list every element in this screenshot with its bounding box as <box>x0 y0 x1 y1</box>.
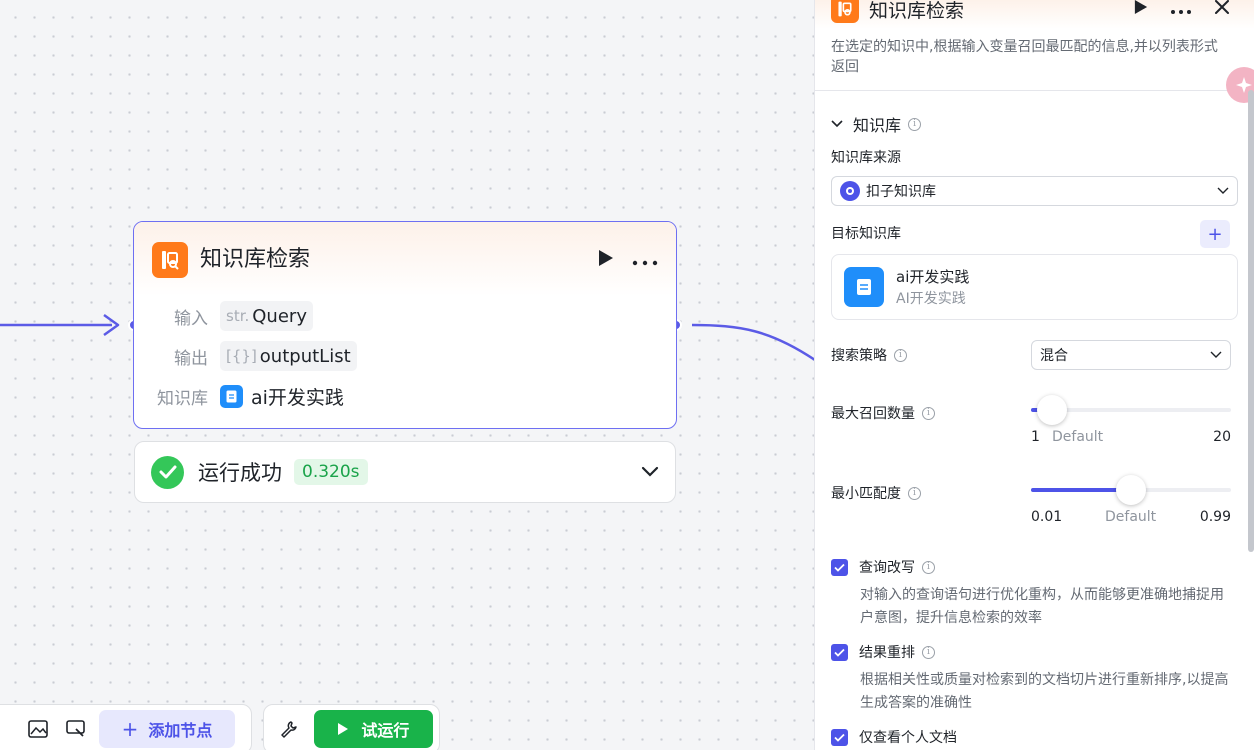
min-match-min: 0.01 <box>1031 509 1063 525</box>
play-icon <box>338 723 349 735</box>
strategy-label: 搜索策略 <box>831 348 887 364</box>
info-icon[interactable]: i <box>922 406 935 420</box>
personal-only-label: 仅查看个人文档 <box>859 730 957 746</box>
strategy-value: 混合 <box>1040 348 1068 364</box>
array-object-type-icon: [{}] <box>226 347 257 365</box>
knowledge-search-icon <box>831 0 859 23</box>
workflow-canvas[interactable]: 知识库检索 输入 str. Query 输出 [{}] outputList 知… <box>0 0 815 750</box>
info-icon[interactable]: i <box>922 645 935 659</box>
node-kb-row: 知识库 ai开发实践 <box>152 376 658 416</box>
outgoing-edge <box>691 323 815 362</box>
node-header: 知识库检索 <box>134 222 676 296</box>
kb-value: ai开发实践 <box>251 386 344 409</box>
query-rewrite-label: 查询改写 <box>859 560 915 576</box>
node-input-row: 输入 str. Query <box>152 296 658 336</box>
kb-source-value: 扣子知识库 <box>866 184 936 200</box>
chevron-down-icon <box>1217 183 1229 199</box>
output-chip: [{}] outputList <box>220 341 357 371</box>
max-recall-label: 最大召回数量 <box>831 406 915 422</box>
min-match-default: Default <box>1105 509 1157 525</box>
play-icon[interactable] <box>598 249 614 271</box>
max-recall-thumb[interactable] <box>1037 395 1068 425</box>
play-icon[interactable] <box>1134 0 1148 19</box>
min-match-label: 最小匹配度 <box>831 486 901 502</box>
info-icon[interactable]: i <box>908 486 921 500</box>
plus-icon: + <box>121 717 139 741</box>
max-recall-min: 1 <box>1031 429 1040 445</box>
kb-card-desc: AI开发实践 <box>896 291 966 307</box>
kb-card[interactable]: ai开发实践 AI开发实践 <box>831 254 1238 320</box>
max-recall-max: 20 <box>1213 429 1231 445</box>
rerank-row[interactable]: 结果重排 i <box>831 641 1238 663</box>
add-node-label: 添加节点 <box>148 721 213 740</box>
close-icon[interactable] <box>1214 0 1230 19</box>
rerank-desc: 根据相关性或质量对检索到的文档切片进行重新排序,以提高生成答案的准确性 <box>860 672 1229 711</box>
more-icon[interactable] <box>632 251 658 270</box>
min-match-block: 最小匹配度 i 0.01 Default 0.99 <box>831 470 1238 550</box>
query-rewrite-checkbox[interactable] <box>831 558 848 576</box>
query-rewrite-row[interactable]: 查询改写 i <box>831 556 1238 578</box>
rerank-checkbox[interactable] <box>831 643 848 661</box>
strategy-select[interactable]: 混合 <box>1031 340 1231 370</box>
query-rewrite-desc: 对输入的查询语句进行优化重构，从而能够更准确地捕捉用户意图，提升信息检索的效率 <box>860 587 1224 626</box>
target-kb-label: 目标知识库 <box>831 226 901 242</box>
source-label: 知识库来源 <box>831 150 901 166</box>
knowledge-retrieval-node[interactable]: 知识库检索 输入 str. Query 输出 [{}] outputList 知… <box>133 221 677 429</box>
comment-icon[interactable] <box>57 710 95 748</box>
node-config-panel: 知识库检索 在选定的知识中,根据输入变量召回最匹配的信息,并以列表形式返回 知识… <box>814 0 1254 750</box>
max-recall-block: 最大召回数量 i 1 Default 20 <box>831 390 1238 470</box>
rerank-label: 结果重排 <box>859 645 915 661</box>
input-value: Query <box>252 305 307 327</box>
run-time-badge: 0.320s <box>294 459 368 485</box>
kb-section-header[interactable]: 知识库 i <box>831 109 1238 139</box>
info-icon[interactable]: i <box>922 560 935 574</box>
kb-card-name: ai开发实践 <box>896 268 970 286</box>
panel-header: 知识库检索 在选定的知识中,根据输入变量召回最匹配的信息,并以列表形式返回 <box>815 0 1254 91</box>
output-value: outputList <box>259 345 351 367</box>
node-title: 知识库检索 <box>200 247 311 272</box>
chevron-down-icon[interactable] <box>641 463 659 482</box>
input-chip: str. Query <box>220 301 313 331</box>
section-title: 知识库 <box>853 116 902 135</box>
more-icon[interactable] <box>1170 0 1192 19</box>
input-label: 输入 <box>174 308 208 329</box>
wrench-icon[interactable] <box>270 710 308 748</box>
max-recall-default: Default <box>1052 429 1104 445</box>
test-run-label: 试运行 <box>361 721 410 740</box>
panel-description: 在选定的知识中,根据输入变量召回最匹配的信息,并以列表形式返回 <box>831 39 1218 75</box>
success-check-icon <box>151 455 184 489</box>
run-result-card[interactable]: 运行成功 0.320s <box>134 441 676 503</box>
canvas-toolbar: + 添加节点 <box>0 704 252 750</box>
panel-title: 知识库检索 <box>869 0 965 22</box>
min-match-max: 0.99 <box>1199 509 1231 525</box>
max-recall-slider[interactable] <box>1031 395 1231 425</box>
info-icon[interactable]: i <box>908 117 922 131</box>
document-icon <box>844 267 884 307</box>
kb-source-select[interactable]: 扣子知识库 <box>831 176 1238 206</box>
kb-label: 知识库 <box>157 388 208 409</box>
info-icon[interactable]: i <box>894 348 907 362</box>
run-status: 运行成功 <box>198 461 282 485</box>
personal-only-checkbox[interactable] <box>831 728 848 746</box>
chevron-down-icon[interactable] <box>831 120 843 128</box>
min-match-slider[interactable] <box>1031 475 1231 505</box>
coze-logo-icon <box>840 181 860 201</box>
min-match-thumb[interactable] <box>1116 475 1146 505</box>
document-icon <box>220 384 243 408</box>
test-run-button[interactable]: 试运行 <box>313 710 433 748</box>
string-type-icon: str. <box>226 307 250 325</box>
personal-only-row[interactable]: 仅查看个人文档 <box>831 726 1238 748</box>
knowledge-search-icon <box>152 242 188 278</box>
add-kb-button[interactable]: + <box>1200 220 1230 248</box>
minimap-icon[interactable] <box>19 710 57 748</box>
add-node-button[interactable]: + 添加节点 <box>99 710 235 748</box>
chevron-down-icon <box>1210 347 1222 363</box>
output-label: 输出 <box>174 348 208 369</box>
panel-scrollbar[interactable] <box>1248 90 1254 552</box>
node-output-row: 输出 [{}] outputList <box>152 336 658 376</box>
run-toolbar: 试运行 <box>263 704 440 750</box>
